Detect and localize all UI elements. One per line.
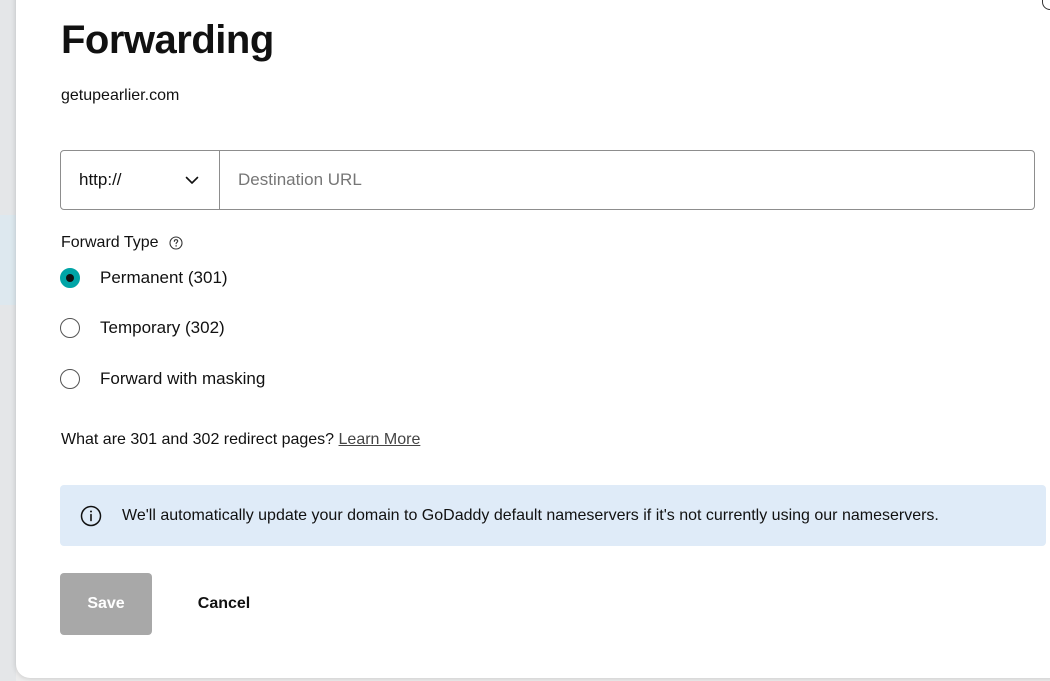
- background-page-edge: [0, 0, 16, 681]
- background-highlight: [0, 215, 16, 305]
- redirect-info-text: What are 301 and 302 redirect pages? Lea…: [61, 431, 420, 449]
- dialog-title: Forwarding: [61, 18, 274, 62]
- help-circle-icon[interactable]: [168, 236, 183, 250]
- learn-more-link[interactable]: Learn More: [339, 431, 421, 448]
- radio-label-temporary: Temporary (302): [100, 318, 225, 337]
- radio-label-permanent: Permanent (301): [100, 268, 228, 287]
- forward-type-label: Forward Type: [61, 234, 159, 251]
- radio-option-permanent[interactable]: Permanent (301): [60, 268, 228, 288]
- banner-text: We'll automatically update your domain t…: [122, 506, 939, 524]
- radio-option-masking[interactable]: Forward with masking: [60, 369, 265, 389]
- radio-label-masking: Forward with masking: [100, 369, 266, 388]
- destination-url-group: http://: [60, 150, 1035, 210]
- cancel-button[interactable]: Cancel: [178, 573, 270, 635]
- redirect-question: What are 301 and 302 redirect pages?: [61, 431, 335, 448]
- protocol-select[interactable]: http://: [61, 151, 220, 209]
- radio-button-masking[interactable]: [60, 369, 80, 389]
- close-button[interactable]: [1042, 0, 1050, 10]
- destination-url-input[interactable]: [220, 151, 1034, 209]
- radio-button-temporary[interactable]: [60, 318, 80, 338]
- nameserver-info-banner: We'll automatically update your domain t…: [60, 485, 1046, 546]
- protocol-value: http://: [79, 170, 122, 189]
- info-icon: [80, 505, 102, 526]
- chevron-down-icon: [185, 176, 199, 184]
- forward-type-heading: Forward Type: [61, 234, 183, 252]
- save-button[interactable]: Save: [60, 573, 152, 635]
- radio-button-permanent[interactable]: [60, 268, 80, 288]
- domain-name: getupearlier.com: [61, 87, 180, 104]
- radio-option-temporary[interactable]: Temporary (302): [60, 318, 225, 338]
